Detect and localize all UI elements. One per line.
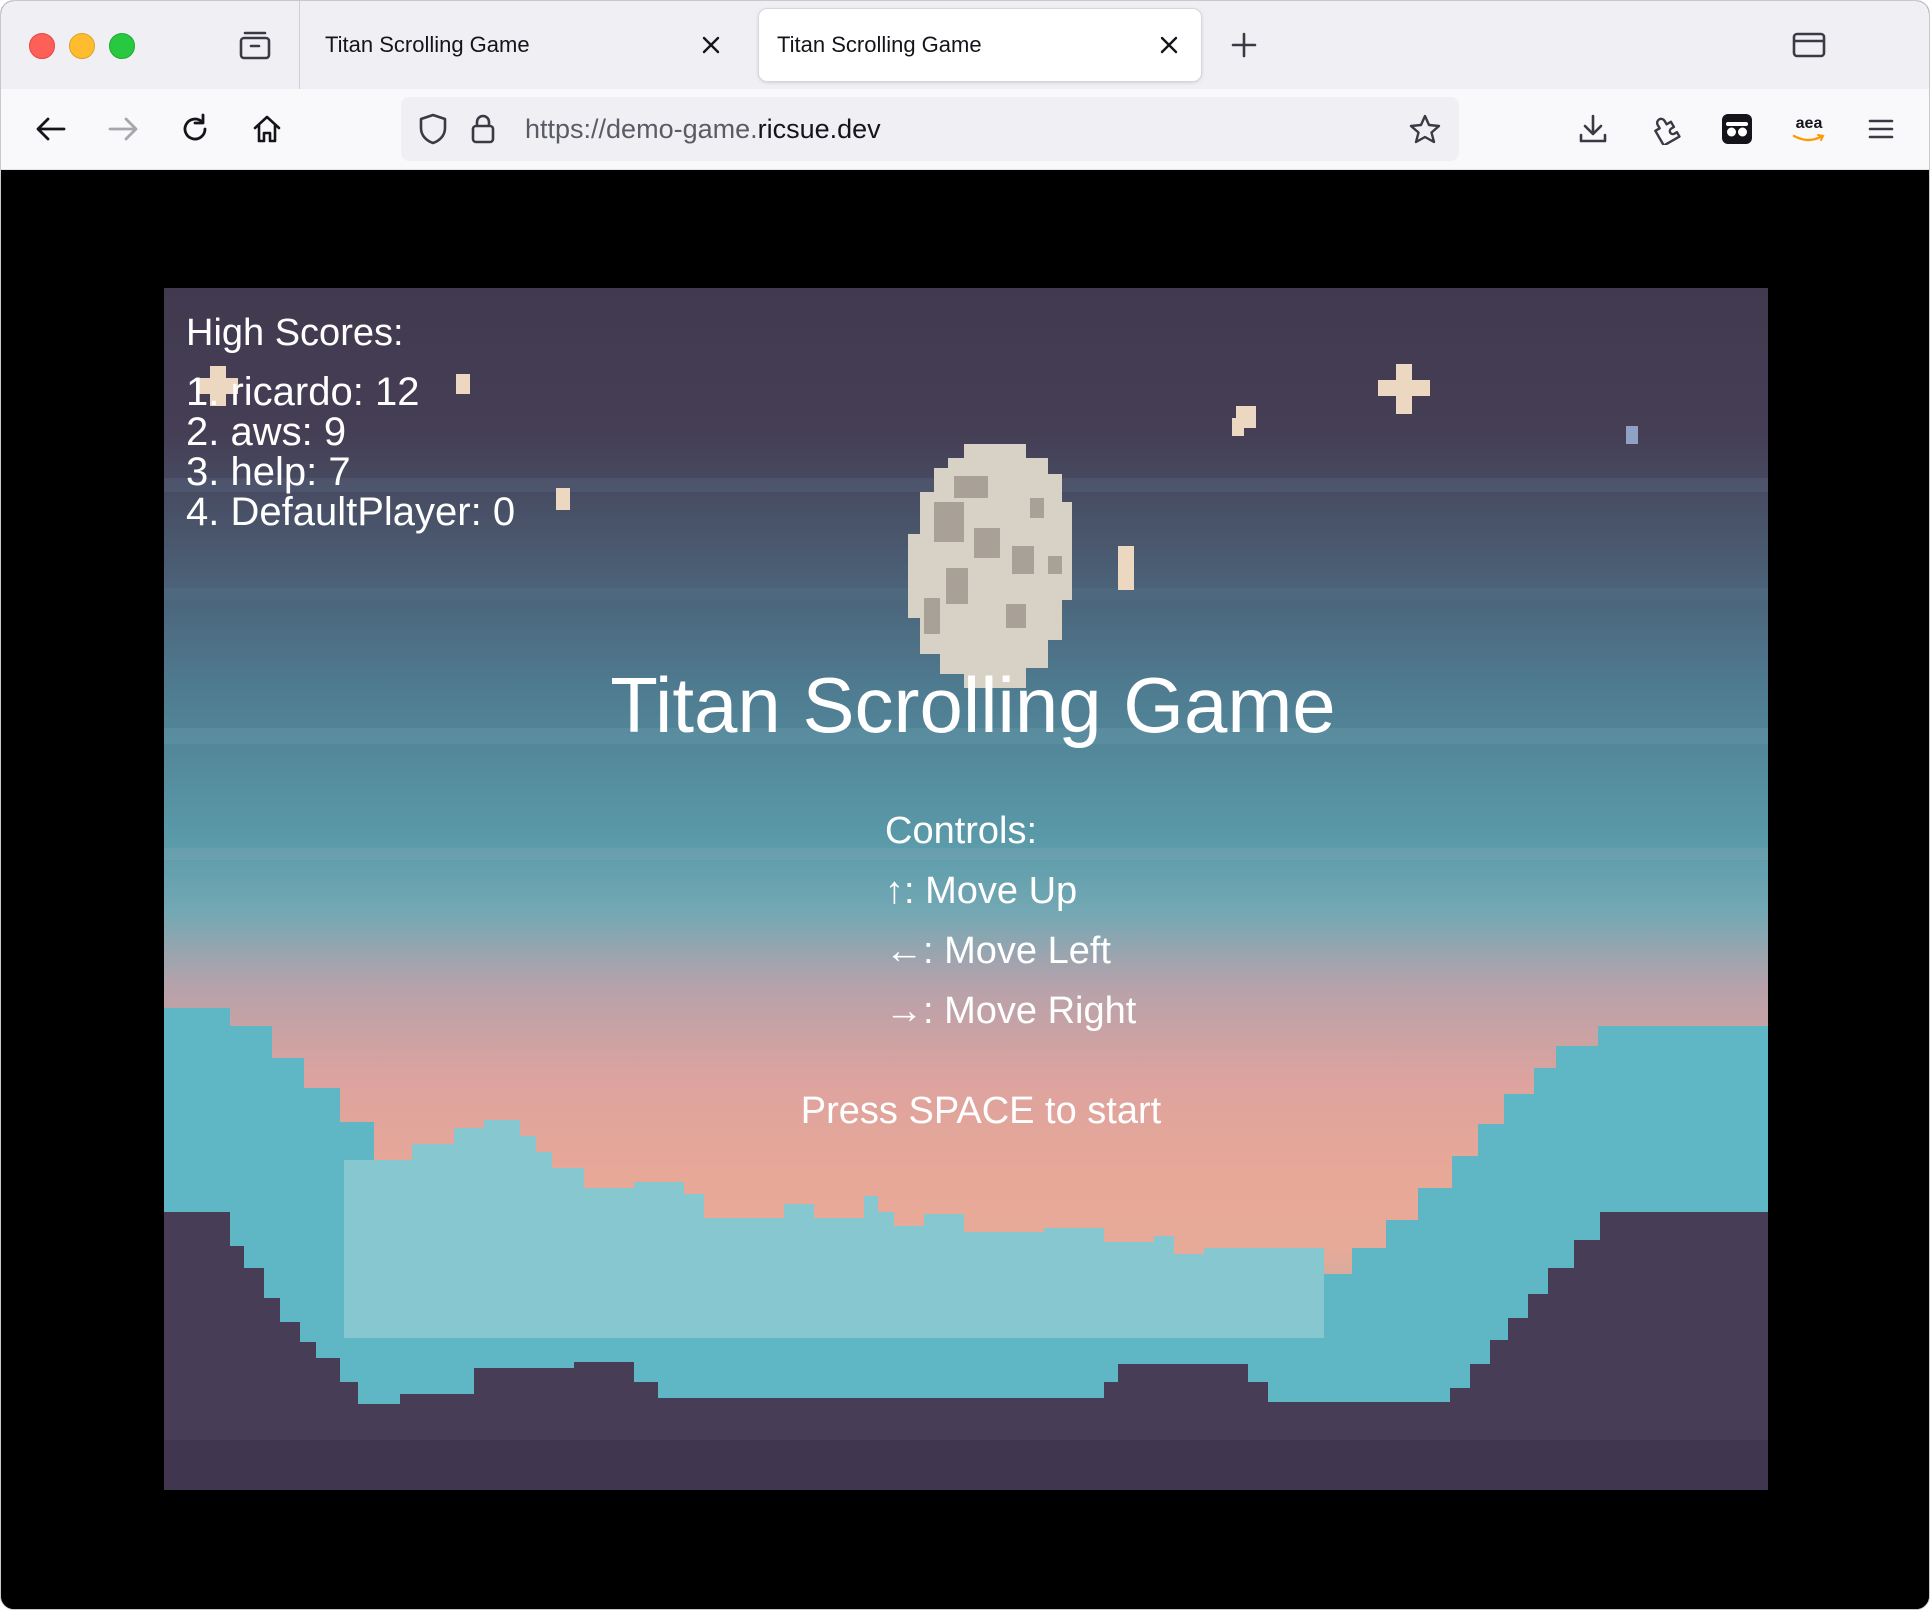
close-icon [1160, 36, 1178, 54]
downloads-button[interactable] [1571, 109, 1615, 149]
ground-band [164, 1440, 1768, 1490]
controls-panel: Controls: ↑: Move Up ←: Move Left →: Mov… [885, 810, 1136, 1050]
app-menu-button[interactable] [1859, 109, 1903, 149]
ridge-mid [344, 1120, 1324, 1338]
extensions-icon [1654, 117, 1681, 145]
control-move-right: →: Move Right [885, 990, 1137, 1032]
game-title: Titan Scrolling Game [610, 661, 1336, 749]
browser-window: Titan Scrolling Game Titan Scrolling Gam… [0, 0, 1930, 1610]
close-icon [702, 36, 720, 54]
high-score-entry: 2. aws: 9 [186, 410, 347, 454]
high-score-entry: 3. help: 7 [186, 450, 351, 494]
control-move-left: ←: Move Left [885, 930, 1111, 972]
menu-icon [1868, 119, 1894, 139]
site-info-button[interactable] [465, 111, 501, 147]
home-icon [253, 115, 281, 143]
control-move-up: ↑: Move Up [885, 870, 1078, 912]
window-icon [1792, 32, 1826, 58]
incognito-icon [1722, 114, 1752, 144]
high-score-entry: 4. DefaultPlayer: 0 [186, 490, 516, 534]
high-score-entry: 1. ricardo: 12 [186, 370, 420, 414]
tab-strip: Titan Scrolling Game Titan Scrolling Gam… [1, 1, 1929, 89]
shield-icon [419, 113, 447, 145]
bookmark-star-icon [1409, 114, 1441, 144]
tab-groups-icon [239, 31, 271, 60]
list-all-tabs-button[interactable] [1789, 27, 1829, 63]
tab-close-button[interactable] [697, 31, 725, 59]
forward-button[interactable] [101, 109, 145, 149]
tab-close-button[interactable] [1155, 31, 1183, 59]
lock-icon [471, 114, 495, 144]
high-scores-list: 1. ricardo: 12 2. aws: 9 3. help: 7 4. D… [186, 372, 515, 532]
web-content: High Scores: 1. ricardo: 12 2. aws: 9 3.… [1, 170, 1929, 1609]
amazon-extension-button[interactable]: aea [1785, 107, 1833, 151]
tab-active[interactable]: Titan Scrolling Game [759, 9, 1201, 81]
start-prompt: Press SPACE to start [800, 1090, 1162, 1132]
tab-title: Titan Scrolling Game [777, 32, 982, 57]
url-host: ricsue.dev [757, 114, 881, 144]
game-canvas[interactable]: High Scores: 1. ricardo: 12 2. aws: 9 3.… [164, 288, 1768, 1490]
forward-icon [108, 117, 138, 141]
tab-inactive[interactable]: Titan Scrolling Game [307, 9, 743, 81]
home-button[interactable] [245, 109, 289, 149]
tab-title: Titan Scrolling Game [325, 32, 530, 57]
reload-button[interactable] [173, 109, 217, 149]
extensions-button[interactable] [1645, 109, 1689, 149]
tab-groups-button[interactable] [233, 27, 277, 63]
new-tab-button[interactable] [1223, 27, 1265, 63]
download-icon [1579, 114, 1607, 143]
back-icon [36, 117, 66, 141]
amazon-icon [1792, 134, 1825, 142]
url-bar[interactable]: https://demo-game.ricsue.dev [401, 97, 1459, 161]
nav-toolbar: https://demo-game.ricsue.dev aea [1, 89, 1929, 170]
bookmark-button[interactable] [1405, 111, 1445, 147]
url-prefix: https://demo-game. [525, 114, 758, 144]
window-zoom-button[interactable] [109, 33, 135, 59]
extension-label: aea [1795, 115, 1823, 132]
new-tab-icon [1231, 32, 1257, 58]
reload-icon [183, 113, 207, 141]
window-minimize-button[interactable] [69, 33, 95, 59]
url-text: https://demo-game.ricsue.dev [525, 97, 881, 161]
controls-title: Controls: [885, 810, 1038, 852]
window-close-button[interactable] [29, 33, 55, 59]
high-scores-title: High Scores: [186, 312, 404, 354]
tab-separator [299, 1, 300, 89]
private-extension-button[interactable] [1715, 107, 1759, 151]
tracking-protection-button[interactable] [413, 111, 453, 147]
back-button[interactable] [29, 109, 73, 149]
